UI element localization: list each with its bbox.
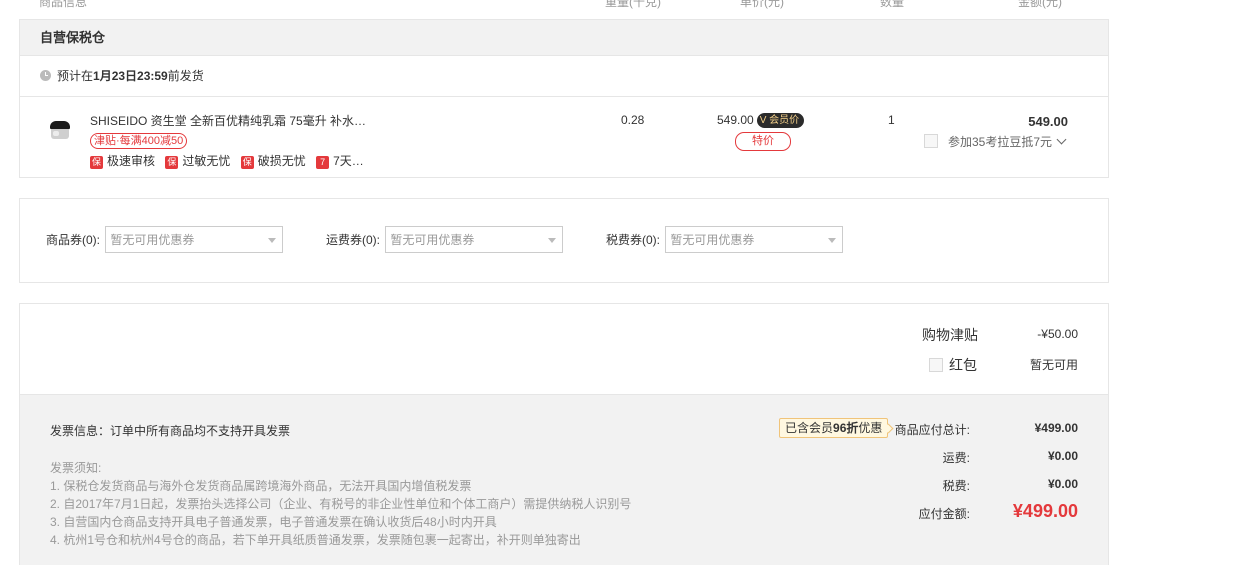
product-quantity: 1 [888,113,895,127]
caret-down-icon [548,238,557,243]
invoice-and-totals: 发票信息：订单中所有商品均不支持开具发票 发票须知: 1. 保税仓发货商品与海外… [20,394,1108,565]
caret-down-icon [268,238,277,243]
product-row: SHISEIDO 资生堂 全新百优精纯乳霜 75毫升 补水… 津贴·每满400减… [20,97,1108,177]
clock-icon [40,70,51,81]
discount-section: 购物津贴 -¥50.00 红包 暂无可用 [20,304,1108,394]
shipping-label: 运费: [942,451,970,465]
ship-date: 1月23日23:59 [93,69,168,83]
redpacket-checkbox[interactable] [929,358,943,372]
shield-icon: 保 [90,156,103,169]
vip-discount-badge: 已含会员96折优惠 [779,418,889,438]
allowance-value: -¥50.00 [1037,327,1078,341]
redpacket-label: 红包 [949,357,977,373]
bean-offer[interactable]: 参加35考拉豆抵7元 [924,133,1067,150]
tax-coupon-select[interactable]: 暂无可用优惠券 [665,226,844,253]
goods-total-value: ¥499.00 [1034,421,1078,435]
invoice-notes-title: 发票须知: [50,461,102,475]
vip-v-icon: V [759,115,767,126]
header-unit-price: 单价(元) [740,0,784,9]
payable-amount: ¥499.00 [1012,501,1078,521]
service-tag: 7 7天… [316,152,364,169]
bean-checkbox[interactable] [924,134,938,148]
header-weight: 重量(千克) [605,0,661,9]
service-tag: 保过敏无忧 [165,154,231,169]
ship-prefix: 预计在 [57,69,94,83]
bean-offer-label: 参加35考拉豆抵7元 [948,135,1053,149]
shipping-coupon-label: 运费券(0): [326,233,381,247]
shipping-value: ¥0.00 [1047,449,1078,463]
shipping-coupon: 运费券(0): 暂无可用优惠券 [326,226,564,253]
summary-card: 购物津贴 -¥50.00 红包 暂无可用 发票信息：订单中所有商品均不支持开具发… [19,303,1109,565]
invoice-notes: 发票须知: 1. 保税仓发货商品与海外仓发货商品属跨境海外商品，无法开具国内增值… [50,459,631,549]
goods-total-label: 商品应付总计: [894,423,970,437]
invoice-info: 发票信息：订单中所有商品均不支持开具发票 [50,424,291,438]
order-card: 自营保税仓 预计在1月23日23:59前发货 SHISEIDO 资生堂 全新百优… [19,19,1109,178]
vip-price-badge: V 会员价 [756,113,805,128]
invoice-note: 1. 保税仓发货商品与海外仓发货商品属跨境海外商品，无法开具国内增值税发票 [50,479,472,493]
tax-coupon: 税费券(0): 暂无可用优惠券 [606,226,844,253]
product-amount: 549.00 [1028,114,1068,129]
service-tag: 保破损无忧 [240,154,306,169]
ship-suffix: 前发货 [167,69,204,83]
service-tags: 保极速审核 保过敏无忧 保破损无忧 7 7天… [90,152,371,169]
allowance-label: 购物津贴 [922,327,978,343]
invoice-note: 3. 自营国内仓商品支持开具电子普通发票，电子普通发票在确认收货后48小时内开具 [50,515,497,529]
service-tag: 保极速审核 [90,154,156,169]
product-price: 549.00 V 会员价 [717,113,805,128]
product-thumbnail[interactable] [48,121,72,141]
redpacket-row[interactable]: 红包 [929,355,977,375]
payable-label: 应付金额: [918,507,970,521]
promo-badge: 津贴·每满400减50 [90,133,188,149]
invoice-note: 4. 杭州1号仓和杭州4号仓的商品，若下单开具纸质普通发票，发票随包裹一起寄出，… [50,533,581,547]
caret-down-icon [828,238,837,243]
product-title[interactable]: SHISEIDO 资生堂 全新百优精纯乳霜 75毫升 补水… [90,112,366,129]
tax-coupon-label: 税费券(0): [606,233,661,247]
shipping-estimate: 预计在1月23日23:59前发货 [20,56,1108,97]
chevron-down-icon[interactable] [1056,134,1067,145]
header-product-info: 商品信息 [39,0,88,9]
goods-coupon-select[interactable]: 暂无可用优惠券 [105,226,284,253]
special-price-tag: 特价 [735,132,791,151]
invoice-note: 2. 自2017年7月1日起，发票抬头选择公司（企业、有税号的非企业性单位和个体… [50,497,632,511]
coupon-card: 商品券(0): 暂无可用优惠券 运费券(0): 暂无可用优惠券 税费券(0): … [19,198,1109,283]
tax-value: ¥0.00 [1047,477,1078,491]
warehouse-name: 自营保税仓 [20,20,1108,56]
table-header: 商品信息 重量(千克) 单价(元) 数量 金额(元) [19,0,1109,19]
shield-icon: 保 [165,156,179,169]
redpacket-value: 暂无可用 [1029,358,1078,372]
goods-coupon-label: 商品券(0): [46,233,101,247]
header-amount: 金额(元) [1018,0,1062,9]
shield-icon: 保 [240,156,254,169]
header-quantity: 数量 [880,0,905,9]
product-weight: 0.28 [621,113,645,127]
seven-day-icon: 7 [316,156,330,169]
tax-label: 税费: [942,479,970,493]
shipping-coupon-select[interactable]: 暂无可用优惠券 [385,226,564,253]
goods-coupon: 商品券(0): 暂无可用优惠券 [46,226,284,253]
